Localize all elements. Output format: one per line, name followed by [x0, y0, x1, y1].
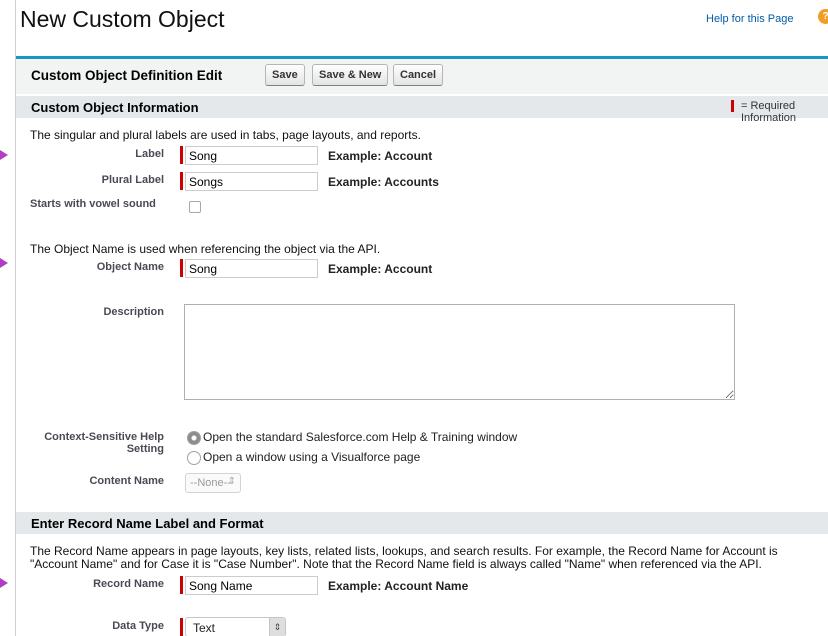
data-type-select[interactable]: Text ⇕ [185, 617, 286, 636]
required-indicator [180, 259, 183, 277]
record-name-example: Example: Account Name [328, 579, 469, 593]
pointer-arrow-icon [0, 578, 8, 588]
help-option-standard-radio[interactable] [187, 431, 201, 445]
section-title: Custom Object Information [31, 100, 199, 115]
content-name-select[interactable]: --None-- ⇕ [185, 473, 241, 493]
pointer-arrow-icon [0, 150, 8, 160]
record-name-intro-line2: "Account Name" and for Case it is "Case … [30, 557, 762, 571]
help-option-standard-label[interactable]: Open the standard Salesforce.com Help & … [203, 430, 517, 444]
vowel-sound-label: Starts with vowel sound [30, 198, 156, 210]
vowel-sound-checkbox[interactable] [189, 201, 201, 213]
description-field-label: Description [103, 306, 164, 318]
help-link[interactable]: Help for this Page [706, 13, 793, 25]
help-setting-label-line1: Context-Sensitive Help [44, 431, 164, 443]
save-button[interactable]: Save [265, 64, 305, 86]
plural-label-example: Example: Accounts [328, 175, 439, 189]
object-name-intro-text: The Object Name is used when referencing… [30, 242, 381, 256]
select-arrows-icon: ⇕ [269, 618, 285, 636]
help-setting-label-line2: Setting [126, 443, 164, 455]
required-indicator [180, 172, 183, 190]
plural-label-input[interactable] [185, 172, 318, 191]
object-name-input[interactable] [185, 259, 318, 278]
section-title: Enter Record Name Label and Format [31, 516, 264, 531]
help-option-visualforce-label[interactable]: Open a window using a Visualforce page [203, 450, 420, 464]
plural-label-field-label: Plural Label [101, 174, 164, 186]
edit-title: Custom Object Definition Edit [31, 68, 223, 83]
description-textarea[interactable] [184, 304, 735, 400]
cancel-button[interactable]: Cancel [393, 64, 444, 86]
select-arrows-icon: ⇕ [227, 476, 236, 487]
required-indicator [180, 146, 183, 164]
help-setting-field-label: Context-Sensitive Help Setting [44, 431, 164, 455]
content-name-field-label: Content Name [89, 475, 164, 487]
data-type-value: Text [193, 621, 216, 635]
object-name-field-label: Object Name [96, 261, 164, 273]
object-name-example: Example: Account [328, 262, 433, 276]
page-title: New Custom Object [20, 6, 225, 32]
required-legend: = Required Information [741, 100, 797, 124]
labels-intro-text: The singular and plural labels are used … [30, 128, 421, 142]
help-option-visualforce-radio[interactable] [187, 451, 201, 465]
content-name-value: --None-- [190, 477, 231, 489]
required-indicator [180, 576, 183, 594]
help-icon[interactable]: ? [818, 9, 828, 24]
edit-header-bar: Custom Object Definition Edit Save Save … [16, 56, 828, 94]
label-example: Example: Account [328, 149, 433, 163]
label-field-label: Label [135, 148, 164, 160]
record-name-field-label: Record Name [93, 578, 164, 590]
label-input[interactable] [185, 146, 318, 165]
save-and-new-button[interactable]: Save & New [312, 64, 389, 86]
section-header-record-name: Enter Record Name Label and Format [16, 512, 828, 534]
section-header-custom-object-information: Custom Object Information = Required Inf… [16, 96, 828, 124]
pointer-arrow-icon [0, 258, 8, 268]
required-marker-icon [731, 100, 734, 112]
data-type-field-label: Data Type [112, 620, 164, 632]
record-name-input[interactable] [185, 576, 318, 595]
required-indicator [180, 618, 183, 636]
record-name-intro-text: The Record Name appears in page layouts,… [30, 545, 828, 571]
